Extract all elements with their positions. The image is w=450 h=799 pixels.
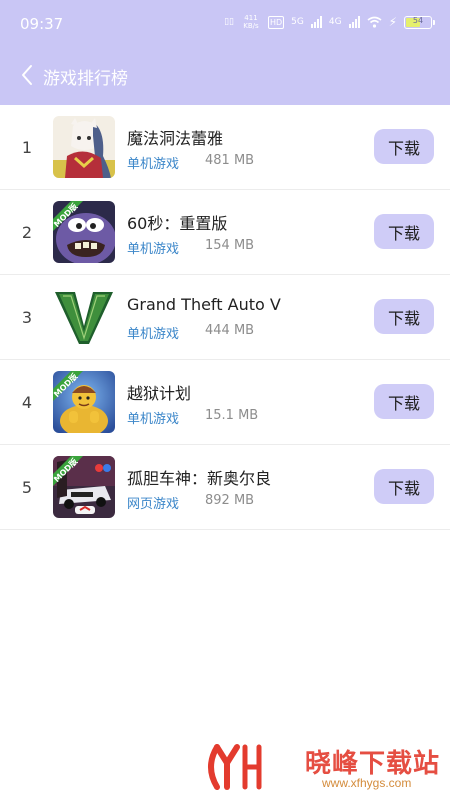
rank-number: 4 [21, 393, 33, 412]
list-item[interactable]: 1 魔法洞法蕾雅 单机游戏 481 MB 下载 [0, 105, 450, 190]
game-name: 60秒：重置版 [127, 214, 228, 233]
list-item[interactable]: 3 Grand Theft Auto V 单机游戏 444 MB 下载 [0, 275, 450, 360]
network-5g-label: 5G [291, 16, 304, 27]
download-button[interactable]: 下载 [374, 299, 434, 334]
list-item[interactable]: 5 MOD版 孤胆车神：新奥尔良 网页游戏 892 MB 下载 [0, 445, 450, 530]
status-bar: 09:37 ▯▯ 411 KB/s HD 5G 4G ⚡ 54 [0, 0, 450, 50]
app-header: 09:37 ▯▯ 411 KB/s HD 5G 4G ⚡ 54 游戏排行榜 [0, 0, 450, 105]
download-button[interactable]: 下载 [374, 384, 434, 419]
net-speed: 411 KB/s [243, 14, 259, 30]
vibrate-icon: ▯▯ [224, 16, 234, 27]
game-size: 481 MB [205, 153, 255, 168]
game-category: 单机游戏 [127, 327, 180, 342]
signal-icon [348, 16, 360, 28]
game-size: 892 MB [205, 493, 255, 508]
game-name: Grand Theft Auto V [127, 295, 281, 314]
game-size: 154 MB [205, 238, 255, 253]
rank-number: 3 [21, 308, 33, 327]
watermark-text: 晓峰下载站 [305, 749, 441, 779]
rank-number: 1 [21, 138, 33, 157]
charging-icon: ⚡ [388, 14, 397, 29]
chevron-left-icon[interactable] [18, 64, 38, 86]
game-name: 魔法洞法蕾雅 [127, 129, 224, 148]
game-category: 网页游戏 [127, 497, 180, 512]
status-icons: ▯▯ 411 KB/s HD 5G 4G ⚡ 54 [224, 14, 435, 30]
watermark-logo [208, 744, 262, 790]
game-category: 单机游戏 [127, 412, 180, 427]
watermark-url: www.xfhygs.com [322, 776, 412, 790]
game-category: 单机游戏 [127, 242, 180, 257]
network-4g-label: 4G [328, 16, 342, 27]
hd-badge: HD [267, 15, 285, 29]
game-icon[interactable]: MOD版 [53, 201, 115, 263]
game-icon[interactable]: MOD版 [53, 456, 115, 518]
download-button[interactable]: 下载 [374, 469, 434, 504]
game-ranking-list: 1 魔法洞法蕾雅 单机游戏 481 MB 下载 2 MOD版 60秒：重置版 单… [0, 105, 450, 530]
game-category: 单机游戏 [127, 157, 180, 172]
game-icon[interactable] [53, 116, 115, 178]
game-name: 越狱计划 [127, 384, 192, 403]
rank-number: 5 [21, 478, 33, 497]
download-button[interactable]: 下载 [374, 214, 434, 249]
game-size: 15.1 MB [205, 408, 259, 423]
game-icon[interactable] [53, 286, 115, 348]
battery-icon: 54 [404, 15, 435, 29]
battery-level: 54 [412, 15, 424, 25]
wifi-icon [367, 16, 382, 28]
game-size: 444 MB [205, 323, 255, 338]
page-title: 游戏排行榜 [43, 69, 128, 89]
game-name: 孤胆车神：新奥尔良 [127, 469, 272, 488]
list-item[interactable]: 2 MOD版 60秒：重置版 单机游戏 154 MB 下载 [0, 190, 450, 275]
status-time: 09:37 [20, 15, 64, 33]
list-item[interactable]: 4 MOD版 越狱计划 单机游戏 15.1 MB 下载 [0, 360, 450, 445]
signal-icon [310, 16, 322, 28]
rank-number: 2 [21, 223, 33, 242]
game-icon[interactable]: MOD版 [53, 371, 115, 433]
download-button[interactable]: 下载 [374, 129, 434, 164]
